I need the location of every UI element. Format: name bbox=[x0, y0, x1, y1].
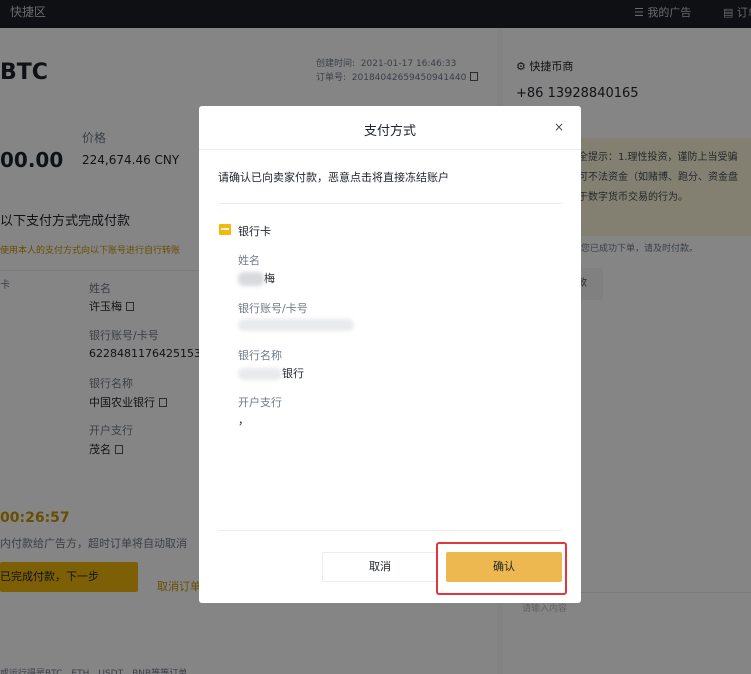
masked-text bbox=[238, 272, 264, 286]
account-label: 银行账号/卡号 bbox=[238, 302, 308, 315]
dialog-divider bbox=[218, 530, 562, 531]
confirm-prompt: 请确认已向卖家付款，恶意点击将直接冻结账户 bbox=[218, 171, 449, 184]
bank-suffix: 银行 bbox=[282, 367, 304, 380]
dialog-divider bbox=[218, 203, 562, 204]
payment-method-label: 银行卡 bbox=[238, 225, 271, 238]
masked-text bbox=[238, 368, 282, 380]
cancel-button[interactable]: 取消 bbox=[322, 552, 438, 582]
dialog-title: 支付方式 bbox=[363, 124, 416, 139]
branch-value: ， bbox=[238, 414, 249, 427]
name-value: 梅 bbox=[238, 270, 275, 286]
branch-label: 开户支行 bbox=[238, 396, 282, 409]
bank-name-value: 银行 bbox=[238, 365, 304, 381]
masked-text bbox=[238, 319, 354, 331]
close-icon[interactable]: × bbox=[554, 120, 564, 134]
bank-card-icon bbox=[219, 224, 231, 235]
name-suffix: 梅 bbox=[264, 272, 275, 285]
dialog-divider bbox=[199, 149, 581, 150]
account-value bbox=[238, 318, 354, 331]
name-label: 姓名 bbox=[238, 254, 260, 267]
confirm-highlight-box bbox=[436, 542, 567, 595]
payment-method-dialog: 支付方式 × 请确认已向卖家付款，恶意点击将直接冻结账户 银行卡 姓名 梅 银行… bbox=[199, 106, 581, 603]
bank-name-label: 银行名称 bbox=[238, 349, 282, 362]
